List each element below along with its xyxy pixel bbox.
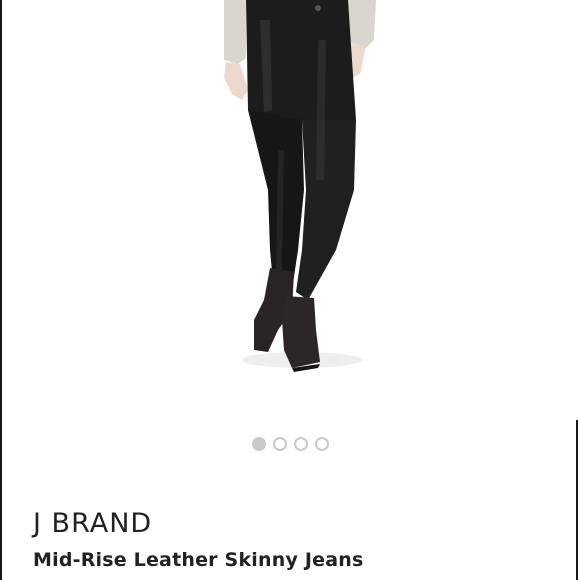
- carousel-dots: [0, 437, 580, 451]
- carousel-dot-4[interactable]: [314, 437, 329, 451]
- product-photo-icon: [224, 0, 376, 372]
- product-brand[interactable]: J BRAND: [33, 508, 152, 539]
- product-title: Mid-Rise Leather Skinny Jeans: [33, 549, 364, 571]
- carousel-dot-3[interactable]: [293, 437, 308, 451]
- product-image[interactable]: [2, 0, 578, 420]
- carousel-dot-2[interactable]: [272, 437, 287, 451]
- carousel-dot-1[interactable]: [251, 437, 266, 451]
